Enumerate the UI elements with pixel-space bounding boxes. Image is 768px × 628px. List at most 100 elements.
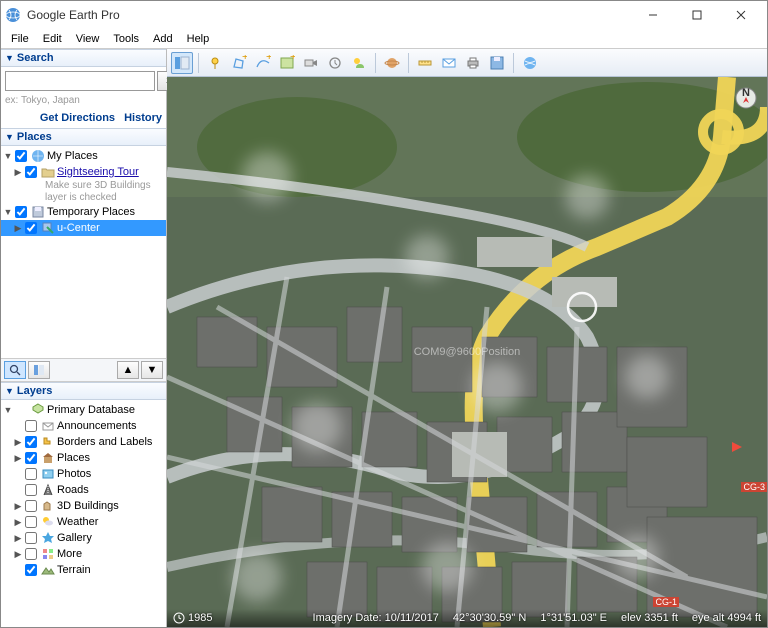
layer-gallery[interactable]: ▶Gallery (1, 530, 166, 546)
title-bar: Google Earth Pro (1, 1, 767, 29)
checkbox[interactable] (25, 436, 37, 448)
places-temporary[interactable]: ▼Temporary Places (1, 204, 166, 220)
compass-icon[interactable]: N (735, 87, 757, 109)
map-view[interactable]: COM9@9600Position CG-3 CG-1 N 1985 Image… (167, 77, 767, 627)
checkbox[interactable] (25, 468, 37, 480)
path-button[interactable]: + (252, 52, 274, 74)
sidebar-toggle-button[interactable] (171, 52, 193, 74)
sidebar: ▼Search Search ex: Tokyo, Japan Get Dire… (1, 49, 167, 627)
panel-toggle-button[interactable] (28, 361, 50, 379)
disk-icon (31, 205, 45, 219)
menu-file[interactable]: File (5, 31, 35, 47)
layer-terrain[interactable]: Terrain (1, 562, 166, 578)
layer-borders[interactable]: ▶Borders and Labels (1, 434, 166, 450)
layer-3d-buildings[interactable]: ▶3D Buildings (1, 498, 166, 514)
menu-view[interactable]: View (70, 31, 106, 47)
my-places-icon (31, 149, 45, 163)
app-title: Google Earth Pro (27, 8, 631, 22)
save-image-button[interactable] (486, 52, 508, 74)
maximize-button[interactable] (675, 2, 719, 28)
menu-help[interactable]: Help (181, 31, 216, 47)
checkbox[interactable] (25, 452, 37, 464)
places-nav-bar: ▲ ▼ (1, 358, 166, 382)
search-input[interactable] (5, 71, 155, 91)
buildings-icon (41, 499, 55, 513)
checkbox[interactable] (25, 548, 37, 560)
status-bar: 1985 Imagery Date: 10/11/2017 42°30'30.5… (167, 609, 767, 627)
status-elev: elev 3351 ft (621, 612, 678, 624)
menu-tools[interactable]: Tools (107, 31, 145, 47)
places-panel-title: Places (17, 131, 52, 143)
layer-primary-database[interactable]: ▼Primary Database (1, 402, 166, 418)
sunlight-button[interactable] (348, 52, 370, 74)
places-my-places[interactable]: ▼My Places (1, 148, 166, 164)
checkbox[interactable] (25, 500, 37, 512)
toolbar: + + + (167, 49, 767, 77)
checkbox[interactable] (25, 420, 37, 432)
svg-text:+: + (242, 55, 247, 63)
roads-icon (41, 483, 55, 497)
map-watermark: COM9@9600Position (414, 346, 521, 358)
collapse-icon: ▼ (5, 386, 14, 396)
layers-panel-header[interactable]: ▼Layers (1, 382, 166, 400)
app-icon (5, 7, 21, 23)
layer-announcements[interactable]: Announcements (1, 418, 166, 434)
layer-photos[interactable]: Photos (1, 466, 166, 482)
history-button[interactable] (324, 52, 346, 74)
collapse-icon: ▼ (5, 53, 14, 63)
history-link[interactable]: History (124, 112, 162, 124)
image-overlay-button[interactable]: + (276, 52, 298, 74)
status-lon: 1°31'51.03" E (540, 612, 607, 624)
more-icon (41, 547, 55, 561)
checkbox[interactable] (25, 484, 37, 496)
get-directions-link[interactable]: Get Directions (40, 112, 115, 124)
menu-add[interactable]: Add (147, 31, 179, 47)
print-button[interactable] (462, 52, 484, 74)
checkbox[interactable] (25, 222, 37, 234)
view-in-maps-button[interactable] (519, 52, 541, 74)
places-u-center[interactable]: ▶u-Center (1, 220, 166, 236)
email-button[interactable] (438, 52, 460, 74)
minimize-button[interactable] (631, 2, 675, 28)
checkbox[interactable] (15, 150, 27, 162)
borders-icon (41, 435, 55, 449)
move-up-button[interactable]: ▲ (117, 361, 139, 379)
menu-bar: File Edit View Tools Add Help (1, 29, 767, 49)
database-icon (31, 403, 45, 417)
checkbox[interactable] (25, 166, 37, 178)
layer-weather[interactable]: ▶Weather (1, 514, 166, 530)
status-eye-alt: eye alt 4994 ft (692, 612, 761, 624)
search-panel-header[interactable]: ▼Search (1, 49, 166, 67)
layer-more[interactable]: ▶More (1, 546, 166, 562)
collapse-icon: ▼ (5, 132, 14, 142)
gallery-icon (41, 531, 55, 545)
sightseeing-note2: layer is checked (1, 192, 166, 204)
folder-icon (41, 165, 55, 179)
street-label-cg3: CG-3 (741, 482, 767, 492)
planet-button[interactable] (381, 52, 403, 74)
search-hint: ex: Tokyo, Japan (5, 95, 162, 106)
imagery-date: Imagery Date: 10/11/2017 (313, 612, 439, 624)
close-button[interactable] (719, 2, 763, 28)
layers-tree: ▼Primary Database Announcements ▶Borders… (1, 400, 166, 627)
checkbox[interactable] (25, 564, 37, 576)
placemark-button[interactable] (204, 52, 226, 74)
ruler-button[interactable] (414, 52, 436, 74)
history-year[interactable]: 1985 (173, 612, 212, 624)
layer-places[interactable]: ▶Places (1, 450, 166, 466)
move-down-button[interactable]: ▼ (141, 361, 163, 379)
places-sightseeing[interactable]: ▶Sightseeing Tour (1, 164, 166, 180)
layers-panel-title: Layers (17, 385, 52, 397)
search-places-button[interactable] (4, 361, 26, 379)
svg-text:+: + (290, 55, 295, 63)
layer-roads[interactable]: Roads (1, 482, 166, 498)
checkbox[interactable] (25, 532, 37, 544)
record-tour-button[interactable] (300, 52, 322, 74)
polygon-button[interactable]: + (228, 52, 250, 74)
main-area: + + + (167, 49, 767, 627)
network-link-icon (41, 221, 55, 235)
checkbox[interactable] (25, 516, 37, 528)
menu-edit[interactable]: Edit (37, 31, 68, 47)
places-panel-header[interactable]: ▼Places (1, 128, 166, 146)
checkbox[interactable] (15, 206, 27, 218)
